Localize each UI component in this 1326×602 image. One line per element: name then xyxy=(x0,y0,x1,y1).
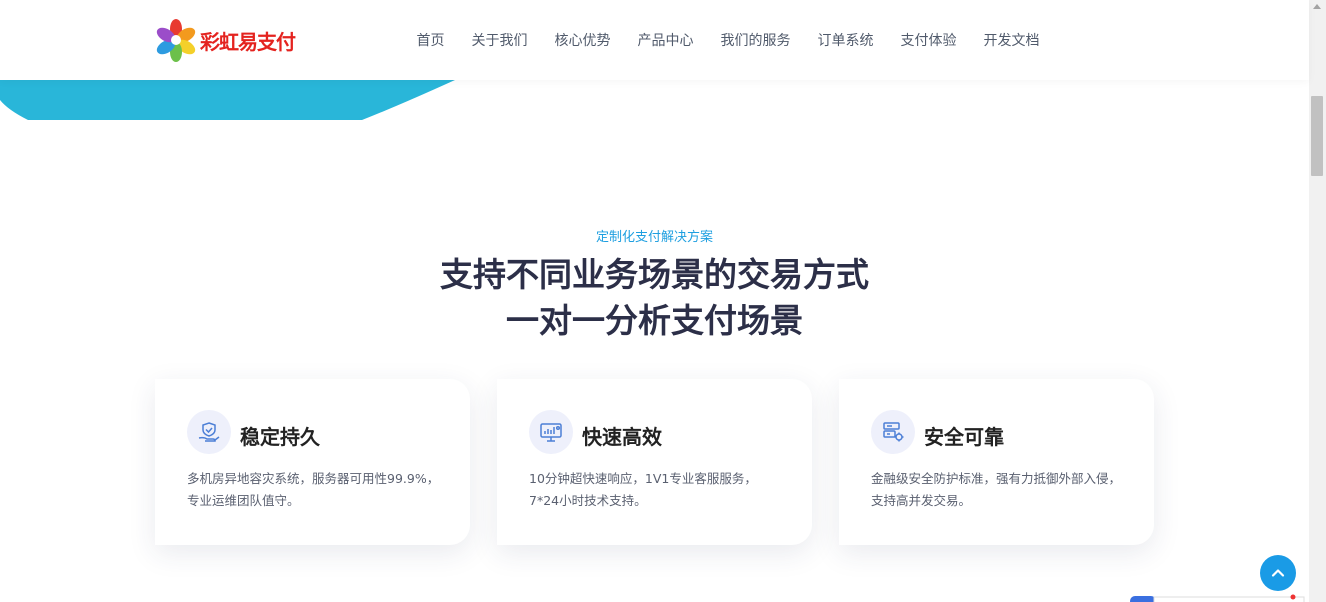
back-to-top-button[interactable] xyxy=(1260,555,1296,591)
section-eyebrow: 定制化支付解决方案 xyxy=(595,230,713,245)
feature-card-title: 快速高效 xyxy=(582,425,662,449)
rainbow-flower-icon xyxy=(156,19,196,62)
chevron-up-icon xyxy=(1271,569,1285,577)
feature-card-title: 安全可靠 xyxy=(924,425,1004,449)
feature-card-desc-line: 10分钟超快速响应，1V1专业客服服务， xyxy=(529,471,757,486)
main-nav: 首页 关于我们 核心优势 产品中心 我们的服务 订单系统 支付体验 开发文档 xyxy=(403,0,1053,80)
feature-card-desc-line: 多机房异地容灾系统，服务器可用性99.9%， xyxy=(187,471,440,486)
nav-item-products[interactable]: 产品中心 xyxy=(638,30,694,50)
feature-card-fast: 快速高效 10分钟超快速响应，1V1专业客服服务， 7*24小时技术支持。 xyxy=(497,379,812,545)
feature-card-description: 多机房异地容灾系统，服务器可用性99.9%， 专业运维团队值守。 xyxy=(187,468,457,512)
feature-card-desc-line: 金融级安全防护标准，强有力抵御外部入侵， xyxy=(871,471,1122,486)
section-title-line-1: 支持不同业务场景的交易方式 xyxy=(440,255,869,294)
feature-card-title: 稳定持久 xyxy=(240,425,320,449)
brand-logo[interactable]: 彩虹易支付 xyxy=(156,18,296,62)
scroll-up-arrow-icon[interactable] xyxy=(1313,4,1321,9)
page-scrollbar[interactable] xyxy=(1309,0,1326,602)
feature-card-desc-line: 专业运维团队值守。 xyxy=(187,493,300,508)
chat-widget-edge[interactable] xyxy=(1130,594,1309,602)
monitor-chart-icon xyxy=(529,410,573,454)
feature-card-desc-line: 支持高并发交易。 xyxy=(871,493,972,508)
feature-card-secure: 安全可靠 金融级安全防护标准，强有力抵御外部入侵， 支持高并发交易。 xyxy=(839,379,1154,545)
top-header: 彩虹易支付 首页 关于我们 核心优势 产品中心 我们的服务 订单系统 支付体验 … xyxy=(0,0,1309,80)
brand-logo-text: 彩虹易支付 xyxy=(200,29,296,54)
feature-card-stable: 稳定持久 多机房异地容灾系统，服务器可用性99.9%， 专业运维团队值守。 xyxy=(155,379,470,545)
section-title-line-2: 一对一分析支付场景 xyxy=(506,301,803,340)
scrollbar-thumb[interactable] xyxy=(1311,96,1323,176)
feature-card-description: 金融级安全防护标准，强有力抵御外部入侵， 支持高并发交易。 xyxy=(871,468,1141,512)
nav-item-orders[interactable]: 订单系统 xyxy=(818,30,874,50)
server-gear-icon xyxy=(871,410,915,454)
nav-item-advantages[interactable]: 核心优势 xyxy=(555,30,611,50)
nav-item-pay-demo[interactable]: 支付体验 xyxy=(901,30,957,50)
section-title: 支持不同业务场景的交易方式 一对一分析支付场景 xyxy=(0,252,1309,344)
nav-item-about[interactable]: 关于我们 xyxy=(472,30,528,50)
hand-shield-icon xyxy=(187,410,231,454)
nav-item-services[interactable]: 我们的服务 xyxy=(721,30,791,50)
nav-item-docs[interactable]: 开发文档 xyxy=(984,30,1040,50)
feature-card-description: 10分钟超快速响应，1V1专业客服服务， 7*24小时技术支持。 xyxy=(529,468,799,512)
nav-item-home[interactable]: 首页 xyxy=(417,30,445,50)
feature-card-desc-line: 7*24小时技术支持。 xyxy=(529,493,647,508)
